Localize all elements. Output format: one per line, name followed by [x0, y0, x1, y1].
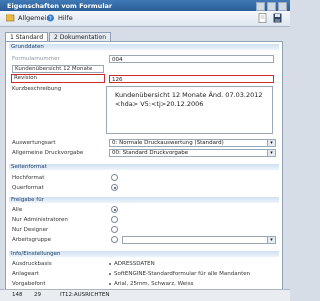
- auswertungsart-label: Auswertungsart: [12, 140, 56, 146]
- bullet-icon: [109, 262, 111, 265]
- alle-radio[interactable]: [111, 206, 118, 213]
- new-document-icon[interactable]: [258, 13, 267, 23]
- chevron-down-icon: ▾: [267, 150, 275, 156]
- maximize-button[interactable]: [267, 2, 276, 11]
- section-seitenformat: Seitenformat Hochformat Querformat: [9, 164, 279, 194]
- vorgabefont-row: Arial, 25mm, Schwarz, Weiss: [109, 281, 193, 287]
- close-button[interactable]: [278, 2, 287, 11]
- bullet-icon: [109, 282, 111, 285]
- admins-radio[interactable]: [111, 216, 118, 223]
- status-cell-1: 148: [12, 292, 23, 298]
- description-line-2: <hda> V5:<tj>20.12.2006: [115, 99, 204, 108]
- status-cell-3: IT12:AUSRICHTEN: [60, 292, 110, 298]
- admins-label: Nur Administratoren: [12, 217, 68, 223]
- querformat-radio[interactable]: [111, 184, 118, 191]
- window-controls: [256, 2, 287, 11]
- revision-label: Revision: [11, 74, 105, 83]
- anlageart-value: SoftENGINE-Standardformular für alle Man…: [114, 271, 251, 277]
- status-cell-2: 29: [34, 292, 41, 298]
- section-freigabe: Freigabe für Alle Nur Administratoren Nu…: [9, 197, 279, 247]
- section-header-seitenformat: Seitenformat: [9, 164, 279, 170]
- tab-bar: 1 Standard 2 Dokumentation: [5, 32, 112, 41]
- help-icon: ?: [47, 14, 54, 22]
- section-header-info: Info/Einstellungen: [9, 251, 279, 257]
- menu-general[interactable]: Allgemein: [6, 14, 50, 22]
- revision-field[interactable]: 126: [109, 75, 274, 83]
- section-header-grunddaten: Grunddaten: [9, 44, 279, 50]
- anlageart-label: Anlageart: [12, 271, 39, 277]
- druckvorgabe-label: Allgemeine Druckvorgabe: [12, 150, 84, 156]
- window-titlebar: Eigenschaften vom Formular: [0, 0, 290, 11]
- description-textarea[interactable]: Kundenübersicht 12 Monate Änd. 07.03.201…: [106, 86, 273, 134]
- section-grunddaten: Grunddaten Formularnummer 004 Kundenüber…: [9, 44, 279, 164]
- minimize-button[interactable]: [256, 2, 265, 11]
- anlageart-row: SoftENGINE-Standardformular für alle Man…: [109, 271, 250, 277]
- chevron-down-icon: ▾: [267, 140, 275, 146]
- druckvorgabe-value: 00: Standard Druckvorgabe: [112, 150, 189, 156]
- ausdruckbasis-label: Ausdruckbasis: [12, 261, 52, 267]
- bullet-icon: [109, 272, 111, 275]
- chevron-down-icon: ▾: [267, 237, 275, 243]
- vorgabefont-value: Arial, 25mm, Schwarz, Weiss: [114, 281, 194, 287]
- hochformat-label: Hochformat: [12, 175, 45, 181]
- svg-text:?: ?: [49, 16, 52, 22]
- tab-standard[interactable]: 1 Standard: [5, 32, 49, 41]
- designer-radio[interactable]: [111, 226, 118, 233]
- alle-label: Alle: [12, 207, 23, 213]
- general-icon: [6, 14, 15, 22]
- auswertungsart-dropdown[interactable]: 0: Normale Druckauswertung (Standard) ▾: [109, 139, 276, 147]
- formularnummer-field[interactable]: 004: [109, 55, 274, 63]
- section-header-freigabe: Freigabe für: [9, 197, 279, 203]
- save-icon[interactable]: [273, 13, 282, 23]
- arbeitsgruppe-label: Arbeitsgruppe: [12, 237, 52, 243]
- tab-documentation[interactable]: 2 Dokumentation: [49, 32, 112, 41]
- ausdruckbasis-value: ADRESSDATEN: [114, 261, 155, 267]
- section-info: Info/Einstellungen Ausdruckbasis ADRESSD…: [9, 251, 279, 288]
- arbeitsgruppe-dropdown[interactable]: ▾: [122, 236, 276, 244]
- description-line-1: Kundenübersicht 12 Monate Änd. 07.03.201…: [115, 91, 263, 99]
- bezeichnung-field[interactable]: Kundenübersicht 12 Monate: [12, 65, 104, 73]
- menu-help[interactable]: ? Hilfe: [46, 14, 73, 22]
- druckvorgabe-dropdown[interactable]: 00: Standard Druckvorgabe ▾: [109, 149, 276, 157]
- menubar: Allgemein ? Hilfe: [0, 11, 290, 27]
- menu-help-label: Hilfe: [58, 14, 73, 22]
- querformat-label: Querformat: [12, 185, 44, 191]
- designer-label: Nur Designer: [12, 227, 49, 233]
- hochformat-radio[interactable]: [111, 174, 118, 181]
- status-bar: 148 29 IT12:AUSRICHTEN: [0, 289, 290, 301]
- window-title: Eigenschaften vom Formular: [7, 2, 113, 10]
- form-panel: Grunddaten Formularnummer 004 Kundenüber…: [5, 41, 283, 291]
- ausdruckbasis-row: ADRESSDATEN: [109, 261, 155, 267]
- arbeitsgruppe-radio[interactable]: [111, 236, 118, 243]
- kurzbeschreibung-label: Kurzbeschreibung: [12, 86, 62, 92]
- auswertungsart-value: 0: Normale Druckauswertung (Standard): [112, 140, 224, 146]
- formularnummer-label: Formularnummer: [12, 56, 60, 62]
- vorgabefont-label: Vorgabefont: [12, 281, 46, 287]
